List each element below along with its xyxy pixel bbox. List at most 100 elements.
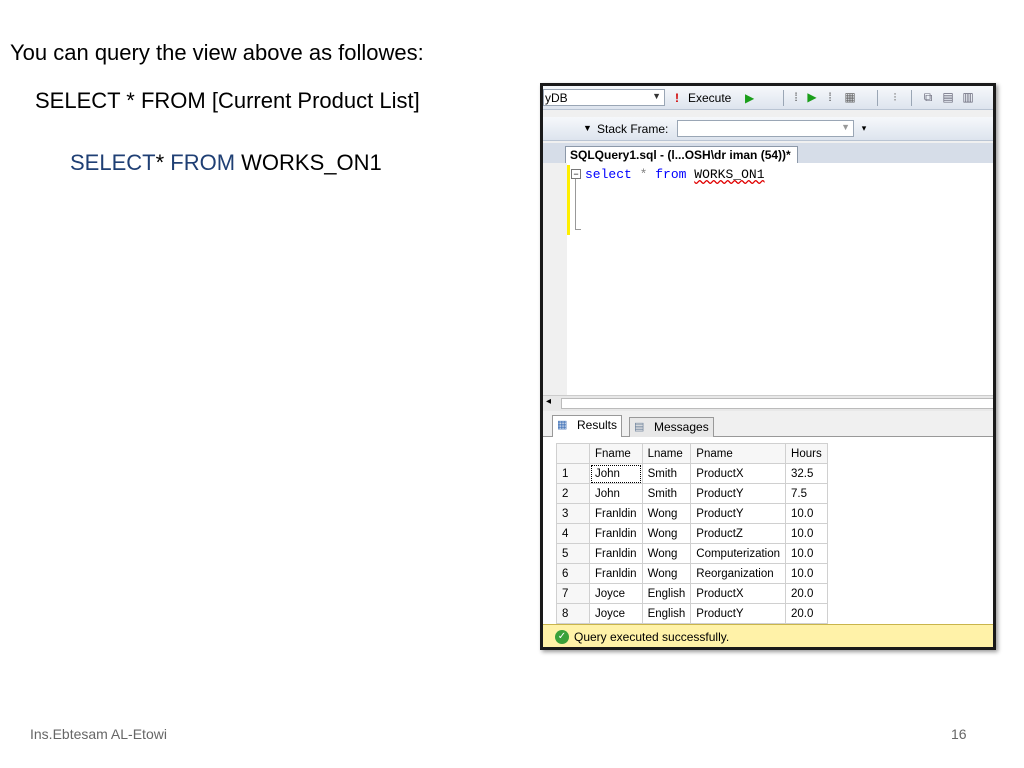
grid-cell[interactable]: Wong	[641, 543, 692, 564]
results-grid[interactable]: Fname Lname Pname Hours 1 John Smith Pro…	[556, 443, 828, 624]
grid-cell[interactable]: Franldin	[589, 503, 643, 524]
grid-cell[interactable]: 10.0	[785, 563, 828, 584]
database-value: yDB	[545, 91, 568, 105]
play-icon[interactable]: ▶	[805, 90, 819, 104]
table-row[interactable]: 2 John Smith ProductY 7.5	[556, 483, 828, 504]
grid-cell[interactable]: English	[641, 583, 692, 604]
toolbar-grip-icon: ⁞	[794, 90, 798, 104]
debug-location-toolbar: ▼ Stack Frame: ▼ ▾	[543, 117, 993, 141]
cancel-query-icon[interactable]: ⁝	[888, 90, 902, 104]
grid-cell[interactable]: Wong	[641, 523, 692, 544]
grid-cell[interactable]: Franldin	[589, 543, 643, 564]
outline-end	[575, 229, 581, 230]
star-symbol: *	[155, 150, 165, 175]
grid-cell[interactable]: John	[589, 463, 643, 484]
column-header[interactable]: Fname	[589, 443, 643, 464]
grid-cell[interactable]: ProductX	[690, 463, 787, 484]
table-row[interactable]: 7 Joyce English ProductX 20.0	[556, 583, 828, 604]
database-selector[interactable]: yDB ▼	[543, 89, 665, 106]
sql-keyword-from: from	[655, 167, 687, 182]
execute-button[interactable]: Execute	[688, 91, 731, 105]
tab-results[interactable]: ▦ Results	[552, 415, 623, 437]
grid-cell[interactable]: ProductX	[690, 583, 787, 604]
row-number: 5	[556, 543, 590, 564]
grid-cell[interactable]: ProductY	[690, 483, 787, 504]
toolbar-separator	[911, 90, 912, 106]
grid-cell[interactable]: Smith	[641, 483, 692, 504]
table-row[interactable]: 1 John Smith ProductX 32.5	[556, 463, 828, 484]
debug-play-icon[interactable]: ▶	[745, 91, 754, 105]
grid-cell[interactable]: Franldin	[589, 523, 643, 544]
grid-cell[interactable]: 20.0	[785, 603, 828, 624]
editor-margin	[543, 163, 567, 395]
tab-results-label: Results	[577, 418, 618, 432]
change-tracking-bar	[567, 165, 570, 235]
chevron-down-icon[interactable]: ▼	[583, 123, 592, 133]
grid-cell[interactable]: Joyce	[589, 603, 643, 624]
toolbar-separator	[783, 90, 784, 106]
collapse-toggle-icon[interactable]: −	[571, 169, 581, 179]
table-row[interactable]: 3 Franldin Wong ProductY 10.0	[556, 503, 828, 524]
page-number: 16	[951, 726, 967, 742]
messages-icon: ▤	[634, 421, 645, 433]
results-pane: ▦ Results ▤ Messages Fname Lname Pname H…	[543, 411, 993, 624]
query-editor[interactable]: − select * from WORKS_ON1	[543, 163, 993, 395]
scroll-left-icon[interactable]: ◂	[546, 396, 551, 407]
parse-icon[interactable]: ▦	[843, 90, 857, 104]
grid-cell[interactable]: ProductZ	[690, 523, 787, 544]
column-header[interactable]: Lname	[641, 443, 692, 464]
grid-cell[interactable]: 20.0	[785, 583, 828, 604]
column-header[interactable]: Hours	[785, 443, 828, 464]
query-status-bar: ✓ Query executed successfully.	[543, 624, 993, 647]
table-row[interactable]: 5 Franldin Wong Computerization 10.0	[556, 543, 828, 564]
query-options-icon[interactable]: ▤	[941, 90, 955, 104]
table-row[interactable]: 4 Franldin Wong ProductZ 10.0	[556, 523, 828, 544]
grid-cell[interactable]: 10.0	[785, 503, 828, 524]
status-text: Query executed successfully.	[574, 630, 730, 644]
slide-heading: You can query the view above as followes…	[10, 40, 424, 65]
outline-line	[575, 179, 576, 229]
grid-cell[interactable]: Joyce	[589, 583, 643, 604]
ssms-screenshot: yDB ▼ ! Execute ▶ ⁞ ▶ ⁞ ▦ ⁝ ⧉ ▤ ▥ ▼ Stac…	[540, 83, 996, 650]
grid-icon: ▦	[557, 419, 568, 431]
grid-cell[interactable]: 10.0	[785, 523, 828, 544]
horizontal-scrollbar[interactable]: ◂	[543, 395, 993, 411]
tab-messages[interactable]: ▤ Messages	[629, 417, 714, 437]
column-header[interactable]: Pname	[690, 443, 787, 464]
display-plan-icon[interactable]: ⧉	[921, 90, 935, 104]
success-check-icon: ✓	[555, 630, 569, 644]
execute-icon: !	[675, 91, 679, 105]
table-row[interactable]: 6 Franldin Wong Reorganization 10.0	[556, 563, 828, 584]
tab-sqlquery1[interactable]: SQLQuery1.sql - (l...OSH\dr iman (54))*	[565, 146, 798, 164]
toolbar-grip-icon: ⁞	[828, 90, 832, 104]
tab-messages-label: Messages	[654, 420, 709, 434]
stack-frame-selector[interactable]: ▼	[677, 120, 854, 137]
document-tabstrip: SQLQuery1.sql - (l...OSH\dr iman (54))*	[543, 143, 993, 164]
row-number: 7	[556, 583, 590, 604]
grid-cell[interactable]: John	[589, 483, 643, 504]
grid-cell[interactable]: 7.5	[785, 483, 828, 504]
scroll-track[interactable]	[561, 398, 993, 409]
stack-frame-label: Stack Frame:	[597, 122, 669, 136]
grid-cell[interactable]: 32.5	[785, 463, 828, 484]
grid-cell[interactable]: 10.0	[785, 543, 828, 564]
grid-cell[interactable]: Smith	[641, 463, 692, 484]
results-to-grid-icon[interactable]: ▥	[961, 90, 975, 104]
table-row[interactable]: 8 Joyce English ProductY 20.0	[556, 603, 828, 624]
row-number-header	[556, 443, 590, 464]
sql-table-name: WORKS_ON1	[694, 167, 765, 182]
grid-cell[interactable]: Computerization	[690, 543, 787, 564]
grid-cell[interactable]: English	[641, 603, 692, 624]
toolbar-overflow-icon[interactable]: ▾	[857, 121, 871, 135]
row-number: 3	[556, 503, 590, 524]
footer-author: Ins.Ebtesam AL-Etowi	[30, 726, 167, 742]
grid-cell[interactable]: Franldin	[589, 563, 643, 584]
from-keyword: FROM	[170, 150, 236, 175]
grid-cell[interactable]: Wong	[641, 563, 692, 584]
grid-cell[interactable]: ProductY	[690, 503, 787, 524]
grid-cell[interactable]: ProductY	[690, 603, 787, 624]
code-line: select * from WORKS_ON1	[585, 167, 765, 182]
grid-cell[interactable]: Wong	[641, 503, 692, 524]
row-number: 2	[556, 483, 590, 504]
grid-cell[interactable]: Reorganization	[690, 563, 787, 584]
